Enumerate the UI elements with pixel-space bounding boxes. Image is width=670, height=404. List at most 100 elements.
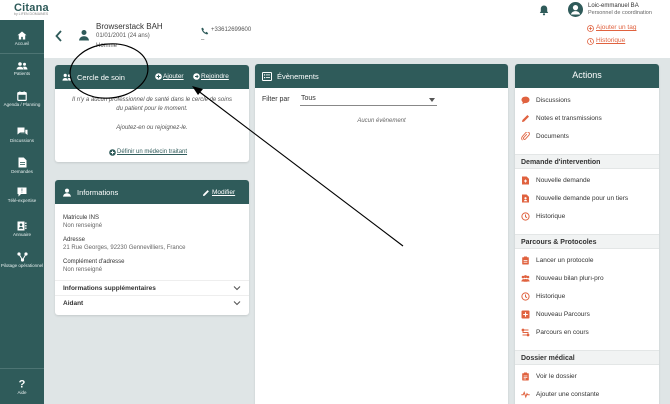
action-label: Nouveau Parcours [536, 311, 590, 318]
add-doctor-icon [109, 149, 116, 156]
chevron-down-icon [233, 301, 241, 306]
pencil-icon[interactable] [202, 189, 210, 197]
section-title: Dossier médical [521, 355, 575, 362]
action-label: Voir le dossier [536, 373, 577, 380]
section-demande-intervention: Demande d'intervention [515, 154, 659, 169]
events-title: Évènements [277, 72, 319, 81]
section-dossier-medical: Dossier médical [515, 350, 659, 365]
sidebar-item-agenda[interactable]: Agenda / Planning [0, 91, 44, 107]
sidebar-label: Demandes [11, 169, 33, 174]
sidebar-label: Agenda / Planning [3, 102, 41, 107]
accordion-label: Informations supplémentaires [63, 285, 156, 292]
add-care-member-button[interactable]: Ajouter [163, 73, 184, 80]
sidebar-label: Aide [17, 390, 27, 395]
care-circle-title: Cercle de soin [77, 73, 125, 82]
sidebar-item-annuaire[interactable]: Annuaire [0, 221, 44, 237]
sidebar: Accueil Patients Agenda / Planning Discu… [0, 20, 44, 404]
sidebar-item-pilotage[interactable]: Pilotage opérationnel [0, 252, 44, 268]
phone-icon [201, 27, 209, 35]
address-complement-value: Non renseigné [63, 267, 103, 273]
add-circle-icon[interactable] [155, 73, 162, 80]
filter-label: Filter par [262, 96, 290, 103]
join-arrow-icon[interactable] [193, 73, 200, 80]
pulse-icon [521, 391, 530, 399]
section-title: Parcours & Protocoles [521, 239, 597, 246]
accordion-additional-info[interactable]: Informations supplémentaires [55, 280, 249, 295]
action-label: Historique [536, 213, 566, 220]
information-header: Informations Modifier [55, 180, 249, 204]
ins-label: Matricule INS [63, 215, 100, 221]
empty-care-circle-message: Il n'y a aucun professionnel de santé da… [72, 97, 232, 112]
events-list-icon [262, 72, 272, 81]
action-label: Nouvelle demande [536, 177, 591, 184]
patient-person-icon [79, 30, 89, 41]
sidebar-divider [0, 368, 44, 369]
patient-dob: 01/01/2001 (24 ans) [96, 33, 150, 39]
patient-phone-secondary: – [201, 37, 205, 43]
accordion-caregiver[interactable]: Aidant [55, 295, 249, 310]
sidebar-item-patients[interactable]: Patients [0, 62, 44, 76]
events-filter-select[interactable]: Tous [300, 94, 437, 106]
sidebar-item-demandes[interactable]: Demandes [0, 157, 44, 174]
document-user-icon [522, 194, 529, 203]
teleexpertise-icon: ! [17, 187, 27, 197]
sidebar-label: Accueil [14, 41, 30, 46]
information-title: Informations [77, 188, 119, 197]
care-circle-card: Cercle de soin Ajouter Rejoindre Il n'y … [55, 65, 249, 162]
top-bar: Citana by LIFEN DOMAINES Loic-emmanuel B… [0, 0, 670, 20]
history-icon [587, 38, 594, 45]
patient-phone: +33612699600 [211, 27, 252, 33]
home-icon [17, 31, 27, 40]
patient-name: Browserstack BAH [96, 22, 163, 31]
action-label: Notes et transmissions [536, 115, 602, 122]
information-card: Informations Modifier Matricule INS Non … [55, 180, 249, 315]
address-value: 21 Rue Georges, 92230 Gennevilliers, Fra… [63, 245, 186, 251]
action-label: Parcours en cours [536, 329, 589, 336]
history-icon [521, 212, 530, 221]
bell-icon[interactable] [538, 4, 550, 16]
sidebar-item-accueil[interactable]: Accueil [0, 31, 44, 46]
actions-panel: Actions Discussions Notes et transmissio… [515, 64, 659, 404]
define-doctor-link[interactable]: Définir un médecin traitant [117, 149, 187, 155]
user-role: Personnel de coordination [588, 10, 652, 16]
filter-selected-value: Tous [301, 95, 316, 102]
sidebar-label: Télé-expertise [7, 198, 37, 203]
sidebar-item-aide[interactable]: ? Aide [0, 378, 44, 396]
action-label: Documents [536, 133, 569, 140]
action-label: Ajouter une constante [536, 391, 600, 398]
group-icon [521, 275, 530, 282]
edit-information-button[interactable]: Modifier [212, 189, 235, 196]
sidebar-label: Annuaire [12, 232, 31, 237]
sidebar-item-teleexpertise[interactable]: ! Télé-expertise [0, 187, 44, 203]
address-complement-label: Complément d'adresse [63, 259, 125, 265]
events-card: Évènements Filter par Tous Aucun évèneme… [255, 64, 508, 404]
person-icon [63, 188, 71, 197]
empty-care-circle-hint: Ajoutez-en ou rejoignez-le. [116, 125, 188, 131]
chevron-down-icon [233, 286, 241, 291]
plus-square-icon [521, 310, 530, 319]
empty-events-message: Aucun évènement [357, 118, 406, 124]
directory-icon [17, 221, 27, 231]
back-arrow-icon[interactable] [54, 29, 64, 43]
action-label: Nouvelle demande pour un tiers [536, 195, 629, 202]
route-icon [521, 328, 530, 337]
help-icon: ? [19, 379, 26, 390]
document-icon [18, 157, 26, 168]
sidebar-label: Pilotage opérationnel [0, 263, 44, 268]
paperclip-icon [521, 132, 530, 141]
user-name[interactable]: Loic-emmanuel BA [588, 3, 639, 9]
document-add-icon [522, 176, 529, 185]
ins-value: Non renseigné [63, 223, 103, 229]
patient-history-link[interactable]: Historique [596, 37, 625, 44]
sidebar-item-discussions[interactable]: Discussions [0, 127, 44, 143]
join-care-circle-button[interactable]: Rejoindre [201, 73, 229, 80]
caret-down-icon [429, 98, 435, 102]
add-tag-link[interactable]: Ajouter un tag [596, 24, 636, 31]
address-label: Adresse [63, 237, 86, 243]
clipboard-icon [522, 256, 529, 265]
care-circle-header: Cercle de soin Ajouter Rejoindre [55, 65, 249, 89]
chat-icon [17, 127, 27, 135]
app-logo-subtitle: by LIFEN DOMAINES [14, 12, 49, 16]
tag-add-icon [587, 25, 594, 32]
user-avatar[interactable] [568, 2, 583, 17]
